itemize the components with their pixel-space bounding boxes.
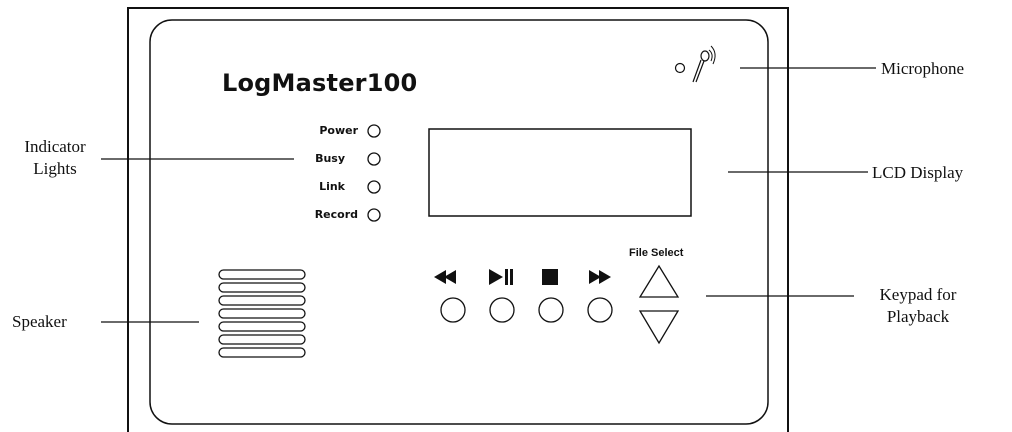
fast-forward-icon	[589, 270, 611, 284]
callout-lcd-display: LCD Display	[872, 163, 964, 182]
callout-keypad-line1: Keypad for	[879, 285, 957, 304]
power-led	[367, 124, 381, 138]
rewind-button[interactable]	[440, 297, 466, 323]
callout-indicator-line1: Indicator	[24, 137, 86, 156]
file-select-down-button[interactable]	[638, 310, 680, 345]
microphone-icon	[674, 45, 716, 83]
device-title: LogMaster100	[222, 69, 418, 97]
link-led	[367, 180, 381, 194]
callout-keypad: Keypad for Playback	[858, 284, 978, 328]
device-diagram: LogMaster100 Power Busy Link Record File…	[0, 0, 1012, 432]
file-select-up-button[interactable]	[638, 264, 680, 298]
busy-led	[367, 152, 381, 166]
callout-indicator-line2: Lights	[33, 159, 77, 178]
lcd-display	[428, 128, 692, 217]
speaker-grille	[218, 269, 306, 358]
record-led	[367, 208, 381, 222]
play-pause-button[interactable]	[489, 297, 515, 323]
fast-forward-button[interactable]	[587, 297, 613, 323]
led-label-link: Link	[319, 180, 345, 193]
led-label-power: Power	[319, 124, 358, 137]
play-pause-icon	[489, 269, 513, 285]
callout-keypad-line2: Playback	[886, 307, 950, 326]
callout-speaker: Speaker	[12, 312, 67, 331]
stop-icon	[542, 269, 558, 285]
callout-microphone: Microphone	[881, 59, 965, 78]
callout-indicator-lights: Indicator Lights	[10, 136, 100, 180]
led-label-busy: Busy	[315, 152, 345, 165]
led-label-record: Record	[314, 208, 358, 221]
stop-button[interactable]	[538, 297, 564, 323]
file-select-label: File Select	[629, 247, 684, 259]
rewind-icon	[434, 270, 456, 284]
